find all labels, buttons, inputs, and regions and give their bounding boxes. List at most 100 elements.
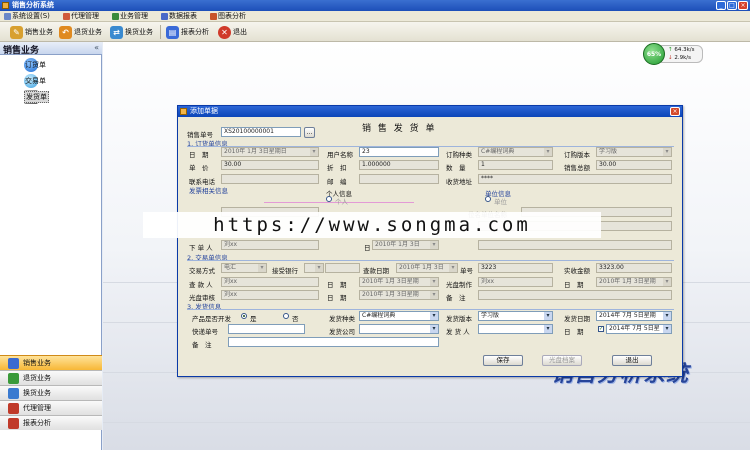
nav-report[interactable]: 报表分析	[0, 415, 102, 430]
ship-company-select[interactable]	[359, 324, 439, 334]
collapse-icon[interactable]: «	[94, 43, 99, 52]
menu-business[interactable]: 业务管理	[112, 12, 148, 21]
maximize-button[interactable]: □	[727, 1, 737, 10]
order-day-field[interactable]: 2010年 1月 3日	[372, 240, 439, 250]
agent-icon	[8, 402, 19, 414]
network-speed-panel: ↑ 64.3k/s ↓ 2.9k/s	[661, 45, 703, 63]
toolbar-sales-button[interactable]: ✎ 销售业务	[10, 24, 53, 40]
order-date-field[interactable]: 2010年 1月 3日星期日	[221, 147, 319, 157]
download-speed: 2.9k/s	[674, 55, 692, 61]
menu-label: 图表分析	[218, 12, 246, 20]
usage-ball[interactable]: 65%	[643, 43, 665, 65]
payment-checker-field[interactable]: 刘xx	[221, 277, 319, 287]
section-divider	[187, 260, 674, 261]
date-label: 日 期	[189, 151, 209, 159]
pen-icon: ✎	[10, 25, 23, 39]
exchange-icon: ⇄	[110, 25, 123, 39]
menu-report[interactable]: 数据报表	[161, 12, 197, 21]
menu-label: 数据报表	[169, 12, 197, 20]
bank-extra-field[interactable]	[325, 263, 360, 273]
trade-mode-label: 交易方式	[189, 267, 215, 275]
person-radio-label: 个人	[335, 198, 348, 206]
dialog-app-icon	[180, 108, 187, 115]
settings-icon	[4, 13, 11, 20]
section-divider	[187, 309, 674, 310]
ship-date-field[interactable]: 2014年 7月 5日星期	[596, 311, 672, 321]
phone-field[interactable]	[221, 174, 319, 184]
payment-date-field[interactable]: 2010年 1月 3日星期	[359, 277, 439, 287]
menu-bar: 系统设置(S) 代理管理 业务管理 数据报表 图表分析	[0, 11, 750, 22]
save-button[interactable]: 保存	[483, 355, 523, 366]
toolbar-return-button[interactable]: ↶ 退货业务	[59, 24, 102, 40]
user-name-field[interactable]: 23	[359, 147, 439, 157]
bank-select[interactable]	[304, 263, 324, 273]
sender-select[interactable]	[478, 324, 553, 334]
sidebar-item-deal[interactable]: 交易单	[24, 74, 46, 88]
trade-mode-select[interactable]: 电汇	[221, 263, 267, 273]
disc-archive-button[interactable]: 光盘档案	[542, 355, 582, 366]
order-version-select[interactable]: 学习版	[596, 147, 672, 157]
toolbar-exchange-button[interactable]: ⇄ 换货业务	[110, 24, 153, 40]
trade-note-field[interactable]	[478, 290, 672, 300]
menu-chart[interactable]: 图表分析	[210, 12, 246, 21]
order-person-field[interactable]: 刘xx	[221, 240, 319, 250]
floor-line	[103, 422, 750, 423]
ship-confirm-date-field[interactable]: 2014年 7月 5日星	[606, 324, 672, 334]
order-no-field[interactable]: XS20100000001	[221, 127, 301, 137]
menu-agent[interactable]: 代理管理	[63, 12, 99, 21]
sales-total-field[interactable]: 30.00	[596, 160, 672, 170]
exchange-icon	[8, 387, 19, 399]
address-field[interactable]: ****	[478, 174, 672, 184]
order-kind-select[interactable]: C#编程词典	[478, 147, 553, 157]
sidebar: 销售业务 « 订货单 交易单 发货单 销售业务 退货业务 换货业务 代理管理 报…	[0, 42, 102, 450]
minimize-button[interactable]: _	[716, 1, 726, 10]
product-dev-no-radio[interactable]	[283, 313, 289, 319]
unit-price-field[interactable]: 30.00	[221, 160, 319, 170]
order-lookup-button[interactable]: …	[304, 127, 315, 138]
no-label: 否	[292, 315, 299, 323]
toolbar-label: 退出	[233, 28, 247, 36]
order-extra-field[interactable]	[478, 240, 672, 250]
toolbar-report-button[interactable]: ▤ 报表分析	[166, 24, 209, 40]
pay-date-field[interactable]: 2010年 1月 3日	[396, 263, 458, 273]
disc-make-date-field[interactable]: 2010年 1月 3日星期	[596, 277, 672, 287]
express-no-label: 快递单号	[192, 328, 218, 336]
postcode-field[interactable]	[359, 174, 439, 184]
sidebar-item-label: 交易单	[25, 77, 46, 85]
nav-return[interactable]: 退货业务	[0, 370, 102, 385]
ship-version-select[interactable]: 学习版	[478, 311, 553, 321]
exit-button[interactable]: 退出	[612, 355, 652, 366]
shipping-note-field[interactable]	[228, 337, 439, 347]
sidebar-item-delivery[interactable]: 发货单	[24, 90, 49, 104]
sidebar-item-order[interactable]: 订货单	[24, 58, 46, 72]
toolbar-label: 退货业务	[74, 28, 102, 36]
product-dev-yes-radio[interactable]	[241, 313, 247, 319]
disc-audit-field[interactable]: 刘xx	[221, 290, 319, 300]
person-radio[interactable]	[326, 196, 332, 202]
trade-no-field[interactable]: 3223	[478, 263, 553, 273]
received-amount-label: 实收金额	[564, 267, 590, 275]
window-title: 销售分析系统	[12, 1, 54, 9]
quantity-field[interactable]: 1	[478, 160, 553, 170]
dialog-close-icon[interactable]: ×	[670, 107, 680, 116]
unit-radio[interactable]	[485, 196, 491, 202]
nav-sales[interactable]: 销售业务	[0, 355, 102, 370]
postcode-label: 邮 编	[327, 178, 347, 186]
nav-exchange[interactable]: 换货业务	[0, 385, 102, 400]
window-controls: _ □ ×	[716, 1, 748, 10]
menu-system[interactable]: 系统设置(S)	[4, 12, 50, 21]
received-amount-field[interactable]: 3323.00	[596, 263, 672, 273]
form-heading: 销 售 发 货 单	[362, 124, 437, 134]
toolbar-separator	[160, 25, 161, 39]
bank-label: 接受银行	[272, 267, 298, 275]
discount-field[interactable]: 1.000000	[359, 160, 439, 170]
disc-maker-field[interactable]: 刘xx	[478, 277, 553, 287]
nav-agent[interactable]: 代理管理	[0, 400, 102, 415]
close-button[interactable]: ×	[738, 1, 748, 10]
express-no-field[interactable]	[228, 324, 305, 334]
ship-kind-select[interactable]: C#编程词典	[359, 311, 439, 321]
date-checkbox[interactable]: ✓	[598, 326, 604, 332]
disc-audit-date-field[interactable]: 2010年 1月 3日星期	[359, 290, 439, 300]
toolbar-exit-button[interactable]: ✕ 退出	[218, 24, 247, 40]
menu-label: 系统设置(S)	[12, 12, 50, 20]
